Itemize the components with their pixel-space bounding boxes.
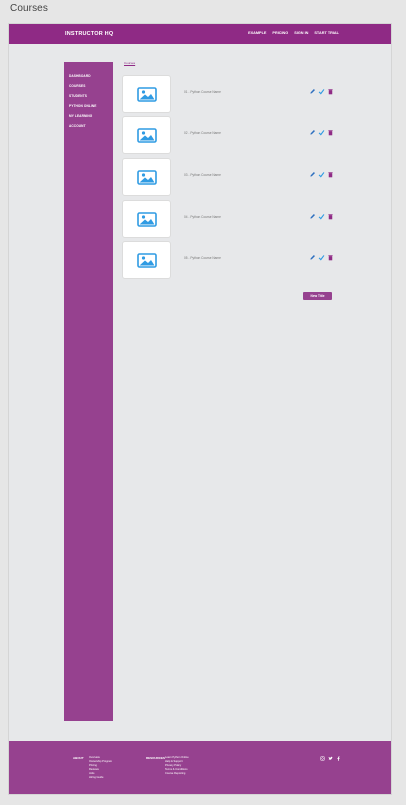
trash-icon[interactable] bbox=[327, 254, 334, 261]
app-frame: INSTRUCTOR HQ EXAMPLE PRICING SIGN IN ST… bbox=[8, 23, 392, 795]
course-actions bbox=[309, 171, 334, 178]
check-icon[interactable] bbox=[318, 129, 325, 136]
twitter-icon[interactable] bbox=[328, 756, 333, 761]
footer-heading: ABOUT bbox=[73, 756, 84, 760]
trash-icon[interactable] bbox=[327, 88, 334, 95]
social-links bbox=[320, 756, 341, 761]
sidebar: DASHBOARD COURSES STUDENTS PYTHON ONLINE… bbox=[64, 62, 113, 721]
footer-column-resources: RESOURCES Learn Python Online Help & Sup… bbox=[146, 756, 189, 775]
course-thumbnail[interactable] bbox=[122, 116, 171, 154]
course-row: 01 - Python Course Name bbox=[122, 75, 382, 115]
course-name[interactable]: 01 - Python Course Name bbox=[184, 90, 221, 94]
top-nav: EXAMPLE PRICING SIGN IN START TRIAL bbox=[248, 31, 339, 35]
course-actions bbox=[309, 129, 334, 136]
course-name[interactable]: 04 - Python Course Name bbox=[184, 215, 221, 219]
edit-icon[interactable] bbox=[309, 129, 316, 136]
image-placeholder-icon bbox=[136, 86, 157, 102]
image-placeholder-icon bbox=[136, 127, 157, 143]
course-actions bbox=[309, 88, 334, 95]
footer-link[interactable]: Course Reporting bbox=[165, 772, 189, 776]
footer-column-about: ABOUT Overview Ownership Program Pricing… bbox=[73, 756, 112, 779]
image-placeholder-icon bbox=[136, 252, 157, 268]
course-thumbnail[interactable] bbox=[122, 158, 171, 196]
nav-start-trial[interactable]: START TRIAL bbox=[314, 31, 339, 35]
edit-icon[interactable] bbox=[309, 88, 316, 95]
sidebar-item-account[interactable]: ACCOUNT bbox=[69, 124, 86, 128]
footer: ABOUT Overview Ownership Program Pricing… bbox=[9, 741, 391, 794]
nav-sign-in[interactable]: SIGN IN bbox=[294, 31, 308, 35]
course-name[interactable]: 02 - Python Course Name bbox=[184, 131, 221, 135]
check-icon[interactable] bbox=[318, 254, 325, 261]
edit-icon[interactable] bbox=[309, 254, 316, 261]
course-name[interactable]: 03 - Python Course Name bbox=[184, 173, 221, 177]
edit-icon[interactable] bbox=[309, 171, 316, 178]
image-placeholder-icon bbox=[136, 211, 157, 227]
footer-link[interactable]: Hiring Guide bbox=[89, 776, 112, 780]
sidebar-item-my-learning[interactable]: MY LEARNING bbox=[69, 114, 92, 118]
footer-heading: RESOURCES bbox=[146, 756, 166, 760]
footer-links: Overview Ownership Program Pricing Revie… bbox=[89, 756, 112, 780]
course-row: 05 - Python Course Name bbox=[122, 241, 382, 281]
breadcrumb[interactable]: Courses bbox=[124, 61, 135, 65]
sidebar-item-students[interactable]: STUDENTS bbox=[69, 94, 87, 98]
image-placeholder-icon bbox=[136, 169, 157, 185]
course-row: 02 - Python Course Name bbox=[122, 116, 382, 156]
nav-pricing[interactable]: PRICING bbox=[272, 31, 288, 35]
course-row: 04 - Python Course Name bbox=[122, 200, 382, 240]
course-thumbnail[interactable] bbox=[122, 75, 171, 113]
new-title-button[interactable]: New Title bbox=[303, 292, 332, 300]
course-thumbnail[interactable] bbox=[122, 200, 171, 238]
trash-icon[interactable] bbox=[327, 171, 334, 178]
page-label: Courses bbox=[10, 3, 48, 14]
trash-icon[interactable] bbox=[327, 129, 334, 136]
course-row: 03 - Python Course Name bbox=[122, 158, 382, 198]
instagram-icon[interactable] bbox=[320, 756, 325, 761]
course-actions bbox=[309, 213, 334, 220]
edit-icon[interactable] bbox=[309, 213, 316, 220]
course-thumbnail[interactable] bbox=[122, 241, 171, 279]
facebook-icon[interactable] bbox=[336, 756, 341, 761]
course-actions bbox=[309, 254, 334, 261]
trash-icon[interactable] bbox=[327, 213, 334, 220]
course-name[interactable]: 05 - Python Course Name bbox=[184, 256, 221, 260]
check-icon[interactable] bbox=[318, 171, 325, 178]
header: INSTRUCTOR HQ EXAMPLE PRICING SIGN IN ST… bbox=[9, 24, 391, 44]
brand-logo[interactable]: INSTRUCTOR HQ bbox=[65, 31, 113, 37]
sidebar-item-courses[interactable]: COURSES bbox=[69, 84, 85, 88]
nav-example[interactable]: EXAMPLE bbox=[248, 31, 266, 35]
sidebar-item-python-online[interactable]: PYTHON ONLINE bbox=[69, 104, 97, 108]
sidebar-item-dashboard[interactable]: DASHBOARD bbox=[69, 74, 91, 78]
check-icon[interactable] bbox=[318, 213, 325, 220]
footer-links: Learn Python Online Help & Support Priva… bbox=[165, 756, 189, 776]
check-icon[interactable] bbox=[318, 88, 325, 95]
